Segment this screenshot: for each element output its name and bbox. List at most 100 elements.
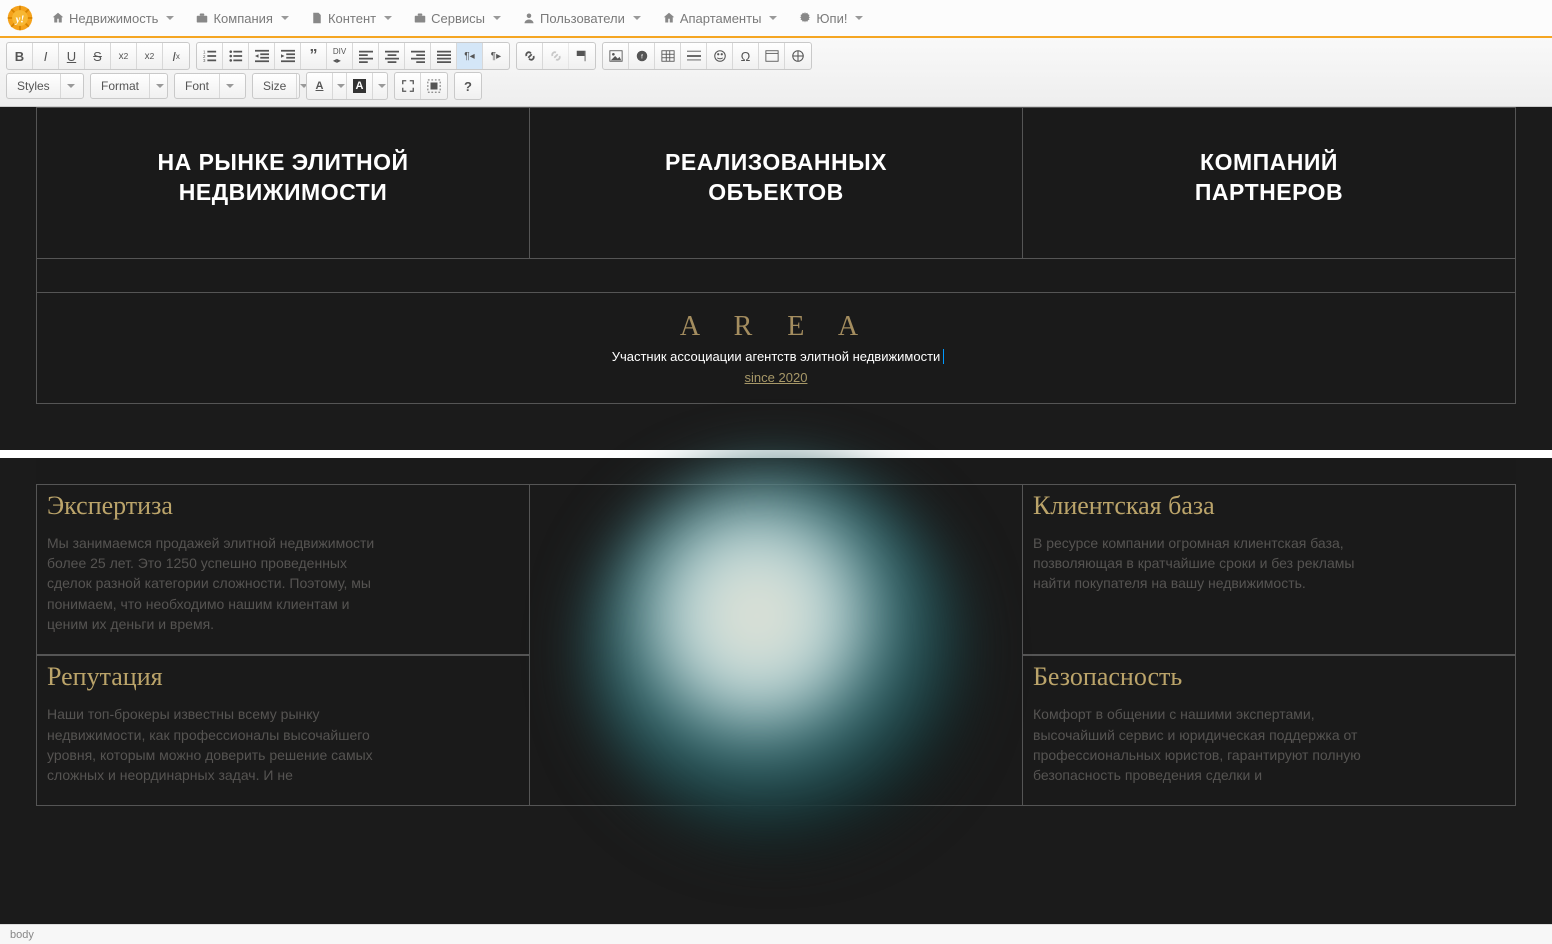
size-select[interactable]: Size (252, 73, 300, 99)
align-left-button[interactable] (353, 43, 379, 69)
unlink-button[interactable] (543, 43, 569, 69)
nav-content[interactable]: Контент (301, 7, 402, 30)
nav-label: Контент (328, 11, 376, 26)
ltr-button[interactable]: ¶◂ (457, 43, 483, 69)
outdent-button[interactable] (249, 43, 275, 69)
align-right-button[interactable] (405, 43, 431, 69)
card-clients[interactable]: Клиентская база В ресурсе компании огром… (1023, 484, 1516, 654)
caret-icon (633, 16, 641, 20)
area-since: since 2020 (47, 370, 1505, 385)
stat-line: НА РЫНКЕ ЭЛИТНОЙ (57, 148, 509, 178)
app-logo: y! (6, 4, 34, 32)
nav-services[interactable]: Сервисы (404, 7, 511, 30)
text-color-button[interactable]: A (307, 73, 333, 99)
caret-icon (493, 16, 501, 20)
editor-content[interactable]: НА РЫНКЕ ЭЛИТНОЙ НЕДВИЖИМОСТИ РЕАЛИЗОВАН… (0, 107, 1552, 927)
nav-label: Недвижимость (69, 11, 158, 26)
flash-button[interactable]: f (629, 43, 655, 69)
caret-icon (384, 16, 392, 20)
strike-button[interactable]: S (85, 43, 111, 69)
bg-color-dd[interactable] (373, 73, 387, 99)
caret-icon (769, 16, 777, 20)
briefcase-icon (414, 12, 426, 24)
rtl-button[interactable]: ¶▸ (483, 43, 509, 69)
stat-line: РЕАЛИЗОВАННЫХ (550, 148, 1002, 178)
briefcase-icon (196, 12, 208, 24)
numbered-list-button[interactable]: 123 (197, 43, 223, 69)
nav-label: Пользователи (540, 11, 625, 26)
caret-icon (166, 16, 174, 20)
image-button[interactable] (603, 43, 629, 69)
caret-icon (855, 16, 863, 20)
italic-button[interactable]: I (33, 43, 59, 69)
align-center-button[interactable] (379, 43, 405, 69)
iframe-button[interactable] (759, 43, 785, 69)
card-expertise[interactable]: Экспертиза Мы занимаемся продажей элитно… (37, 484, 530, 654)
card-title: Экспертиза (47, 491, 519, 521)
card-body: Мы занимаемся продажей элитной недвижимо… (47, 533, 387, 634)
bold-button[interactable]: B (7, 43, 33, 69)
nav-company[interactable]: Компания (186, 7, 299, 30)
table-button[interactable] (655, 43, 681, 69)
maximize-button[interactable] (395, 73, 421, 99)
stat-cell[interactable]: РЕАЛИЗОВАННЫХ ОБЪЕКТОВ (530, 108, 1023, 259)
svg-text:y!: y! (14, 14, 25, 25)
elements-path[interactable]: body (10, 929, 34, 941)
stat-cell[interactable]: НА РЫНКЕ ЭЛИТНОЙ НЕДВИЖИМОСТИ (37, 108, 530, 259)
showblocks-button[interactable] (421, 73, 447, 99)
area-subtitle: Участник ассоциации агентств элитной нед… (612, 349, 941, 364)
stat-line: НЕДВИЖИМОСТИ (57, 178, 509, 208)
indent-button[interactable] (275, 43, 301, 69)
nav-users[interactable]: Пользователи (513, 7, 651, 30)
info-grid: Экспертиза Мы занимаемся продажей элитно… (36, 484, 1516, 807)
spacer-cell[interactable] (37, 258, 1516, 292)
nav-apartments[interactable]: Апартаменты (653, 7, 788, 30)
pagebreak-button[interactable] (785, 43, 811, 69)
area-logo: A R E A (47, 311, 1505, 343)
bg-color-button[interactable]: A (347, 73, 373, 99)
help-button[interactable]: ? (455, 73, 481, 99)
home-icon (663, 12, 675, 24)
nav-yupi[interactable]: Юпи! (789, 7, 873, 30)
nav-label: Юпи! (816, 11, 847, 26)
stat-cell[interactable]: КОМПАНИЙ ПАРТНЕРОВ (1023, 108, 1516, 259)
stat-line: ПАРТНЕРОВ (1043, 178, 1495, 208)
subscript-button[interactable]: x2 (111, 43, 137, 69)
card-reputation[interactable]: Репутация Наши топ-брокеры известны всем… (37, 656, 530, 806)
nav-realestate[interactable]: Недвижимость (42, 7, 184, 30)
bullet-list-button[interactable] (223, 43, 249, 69)
smiley-button[interactable] (707, 43, 733, 69)
font-select[interactable]: Font (174, 73, 246, 99)
blurred-image (586, 463, 966, 843)
stat-line: КОМПАНИЙ (1043, 148, 1495, 178)
specialchar-button[interactable]: Ω (733, 43, 759, 69)
svg-text:f: f (641, 54, 643, 61)
styles-select[interactable]: Styles (6, 73, 84, 99)
nav-label: Апартаменты (680, 11, 762, 26)
format-select[interactable]: Format (90, 73, 168, 99)
center-image-cell[interactable] (530, 484, 1023, 806)
card-title: Клиентская база (1033, 491, 1505, 521)
nav-label: Сервисы (431, 11, 485, 26)
blockquote-button[interactable]: ” (301, 43, 327, 69)
caret-icon (281, 16, 289, 20)
hr-button[interactable] (681, 43, 707, 69)
div-button[interactable]: DIV◂▸ (327, 43, 353, 69)
gear-icon (799, 12, 811, 24)
superscript-button[interactable]: x2 (137, 43, 163, 69)
link-button[interactable] (517, 43, 543, 69)
align-justify-button[interactable] (431, 43, 457, 69)
text-color-dd[interactable] (333, 73, 347, 99)
anchor-button[interactable] (569, 43, 595, 69)
card-body: Комфорт в общении с нашими экспертами, в… (1033, 704, 1373, 785)
home-icon (52, 12, 64, 24)
area-cell[interactable]: A R E A Участник ассоциации агентств эли… (37, 292, 1516, 403)
underline-button[interactable]: U (59, 43, 85, 69)
stats-table: НА РЫНКЕ ЭЛИТНОЙ НЕДВИЖИМОСТИ РЕАЛИЗОВАН… (36, 107, 1516, 404)
stat-line: ОБЪЕКТОВ (550, 178, 1002, 208)
card-safety[interactable]: Безопасность Комфорт в общении с нашими … (1023, 656, 1516, 806)
card-body: В ресурсе компании огромная клиентская б… (1033, 533, 1373, 594)
remove-format-button[interactable]: Ix (163, 43, 189, 69)
file-icon (311, 12, 323, 24)
card-title: Безопасность (1033, 662, 1505, 692)
